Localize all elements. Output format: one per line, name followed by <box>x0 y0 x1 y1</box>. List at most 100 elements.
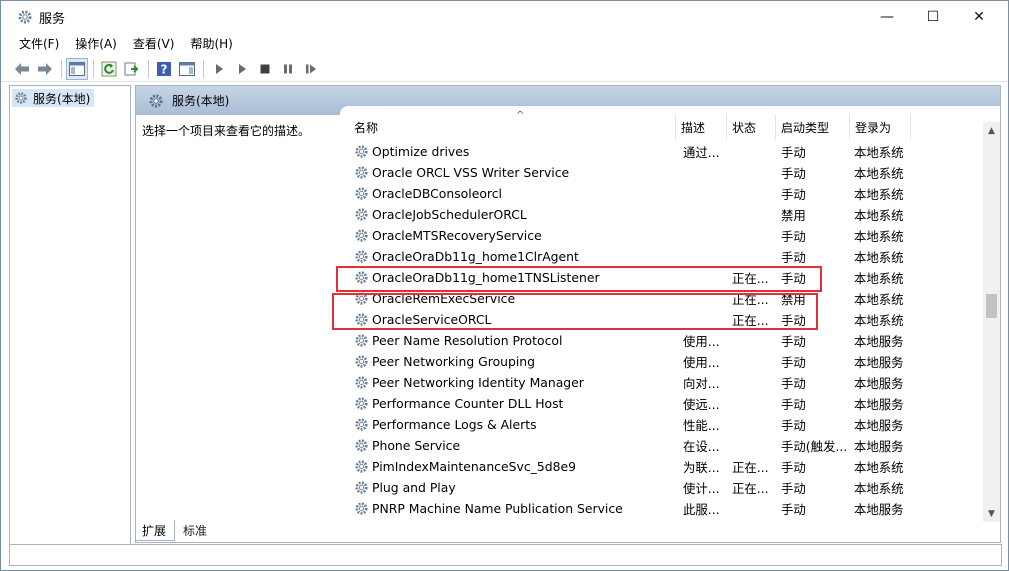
service-description: 为联... <box>683 459 720 475</box>
services-window: 服务 — ☐ ✕ 文件(F) 操作(A) 查看(V) 帮助(H) ? 服务(本地… <box>0 0 1009 571</box>
back-button[interactable] <box>11 58 33 80</box>
service-row[interactable]: Performance Counter DLL Host 使远... 手动 本地服务 <box>350 393 990 414</box>
menu-action[interactable]: 操作(A) <box>67 33 125 54</box>
service-name-cell: Optimize drives <box>354 141 674 162</box>
vertical-scrollbar[interactable]: ▲ ▼ <box>983 122 1000 522</box>
service-row[interactable]: OracleRemExecService 正在... 禁用 本地系统 <box>350 288 990 309</box>
refresh-button[interactable] <box>98 58 120 80</box>
console-tree: 服务(本地) <box>9 85 131 566</box>
svg-text:?: ? <box>161 62 168 76</box>
export-list-button[interactable] <box>121 58 143 80</box>
show-action-pane-icon <box>179 61 195 76</box>
stop-service-button[interactable] <box>254 58 276 80</box>
service-log-on-as: 本地系统 <box>854 480 904 496</box>
service-name-cell: PNRP Machine Name Publication Service <box>354 498 674 519</box>
menu-file[interactable]: 文件(F) <box>11 33 67 54</box>
services-gear-icon <box>15 92 27 104</box>
maximize-button[interactable]: ☐ <box>910 1 956 32</box>
menu-view[interactable]: 查看(V) <box>125 33 183 54</box>
service-name: OracleOraDb11g_home1TNSListener <box>372 270 600 285</box>
back-arrow-icon <box>15 62 29 75</box>
service-name-cell: OracleOraDb11g_home1TNSListener <box>354 267 674 288</box>
service-description: 在设... <box>683 438 720 454</box>
service-row[interactable]: OracleOraDb11g_home1ClrAgent 手动 本地系统 <box>350 246 990 267</box>
service-row[interactable]: Peer Name Resolution Protocol 使用... 手动 本地服务 <box>350 330 990 351</box>
service-row[interactable]: OracleOraDb11g_home1TNSListener 正在... 手动 本地… <box>350 267 990 288</box>
service-name: Performance Logs & Alerts <box>372 417 537 432</box>
scroll-up-icon[interactable]: ▲ <box>983 122 1000 139</box>
scrollbar-thumb[interactable] <box>986 294 997 318</box>
column-header-name-label: 名称 <box>354 120 379 135</box>
start-service-alt-button[interactable] <box>231 58 253 80</box>
start-service-button[interactable] <box>208 58 230 80</box>
help-button[interactable]: ? <box>153 58 175 80</box>
service-gear-icon <box>354 333 372 348</box>
service-log-on-as: 本地服务 <box>854 375 904 391</box>
tab-standard[interactable]: 标准 <box>177 520 213 541</box>
service-name: OracleOraDb11g_home1ClrAgent <box>372 249 579 264</box>
toolbar-separator <box>203 59 204 78</box>
service-row[interactable]: Performance Logs & Alerts 性能... 手动 本地服务 <box>350 414 990 435</box>
pause-service-button[interactable] <box>277 58 299 80</box>
close-button[interactable]: ✕ <box>956 1 1002 32</box>
services-gear-icon <box>17 9 33 25</box>
column-header-description-label: 描述 <box>681 120 706 135</box>
service-gear-icon <box>354 270 372 285</box>
column-header-startup-type[interactable]: 启动类型 <box>777 114 850 140</box>
scroll-down-icon[interactable]: ▼ <box>983 505 1000 522</box>
service-status <box>732 204 776 225</box>
forward-button[interactable] <box>34 58 56 80</box>
service-status <box>732 435 776 456</box>
service-row[interactable]: OracleDBConsoleorcl 手动 本地系统 <box>350 183 990 204</box>
service-row[interactable]: Phone Service 在设... 手动(触发... 本地服务 <box>350 435 990 456</box>
tab-extended-label: 扩展 <box>142 523 167 538</box>
service-status: 正在... <box>732 312 769 328</box>
service-gear-icon <box>354 228 372 243</box>
menu-help[interactable]: 帮助(H) <box>182 33 240 54</box>
column-header-description[interactable]: 描述 <box>677 114 727 140</box>
service-log-on-as: 本地服务 <box>854 396 904 412</box>
service-startup-type: 手动 <box>781 354 806 370</box>
column-header-status[interactable]: 状态 <box>728 114 776 140</box>
service-log-on-as: 本地系统 <box>854 312 904 328</box>
show-action-pane-button[interactable] <box>176 58 198 80</box>
minimize-button[interactable]: — <box>864 1 910 32</box>
column-header-name[interactable]: 名称 ^ <box>350 110 676 140</box>
service-row[interactable]: Peer Networking Grouping 使用... 手动 本地服务 <box>350 351 990 372</box>
show-hide-console-tree-button[interactable] <box>66 57 88 80</box>
service-description: 此服... <box>683 501 720 517</box>
service-description <box>683 309 729 330</box>
service-status: 正在... <box>732 270 769 286</box>
service-row[interactable]: Oracle ORCL VSS Writer Service 手动 本地系统 <box>350 162 990 183</box>
tree-item-services-local[interactable]: 服务(本地) <box>12 89 95 107</box>
tab-extended[interactable]: 扩展 <box>135 520 175 541</box>
service-row[interactable]: OracleMTSRecoveryService 手动 本地系统 <box>350 225 990 246</box>
service-name: OracleServiceORCL <box>372 312 492 327</box>
service-row[interactable]: Optimize drives 通过... 手动 本地系统 <box>350 141 990 162</box>
service-row[interactable]: PimIndexMaintenanceSvc_5d8e9 为联... 正在... 手动… <box>350 456 990 477</box>
service-status: 正在... <box>732 480 769 496</box>
service-row[interactable]: Plug and Play 使计... 正在... 手动 本地系统 <box>350 477 990 498</box>
service-status: 正在... <box>732 291 769 307</box>
restart-service-button[interactable] <box>300 58 322 80</box>
column-header-log-on-as[interactable]: 登录为 <box>851 114 911 140</box>
tree-item-label: 服务(本地) <box>33 91 91 106</box>
service-log-on-as: 本地服务 <box>854 333 904 349</box>
service-name-cell: Plug and Play <box>354 477 674 498</box>
service-name-cell: OracleServiceORCL <box>354 309 674 330</box>
service-row[interactable]: PNRP Machine Name Publication Service 此服.… <box>350 498 990 519</box>
description-hint: 选择一个项目来查看它的描述。 <box>142 124 311 138</box>
service-row[interactable]: Peer Networking Identity Manager 向对... 手动 本… <box>350 372 990 393</box>
service-gear-icon <box>354 249 372 264</box>
refresh-icon <box>101 61 117 76</box>
forward-arrow-icon <box>38 62 52 75</box>
service-gear-icon <box>354 186 372 201</box>
service-row[interactable]: OracleServiceORCL 正在... 手动 本地系统 <box>350 309 990 330</box>
service-gear-icon <box>354 480 372 495</box>
service-row[interactable]: OracleJobSchedulerORCL 禁用 本地系统 <box>350 204 990 225</box>
service-name-cell: Performance Counter DLL Host <box>354 393 674 414</box>
minimize-icon: — <box>880 8 894 25</box>
service-description: 通过... <box>683 144 720 160</box>
service-name-cell: Peer Name Resolution Protocol <box>354 330 674 351</box>
service-name: Performance Counter DLL Host <box>372 396 564 411</box>
